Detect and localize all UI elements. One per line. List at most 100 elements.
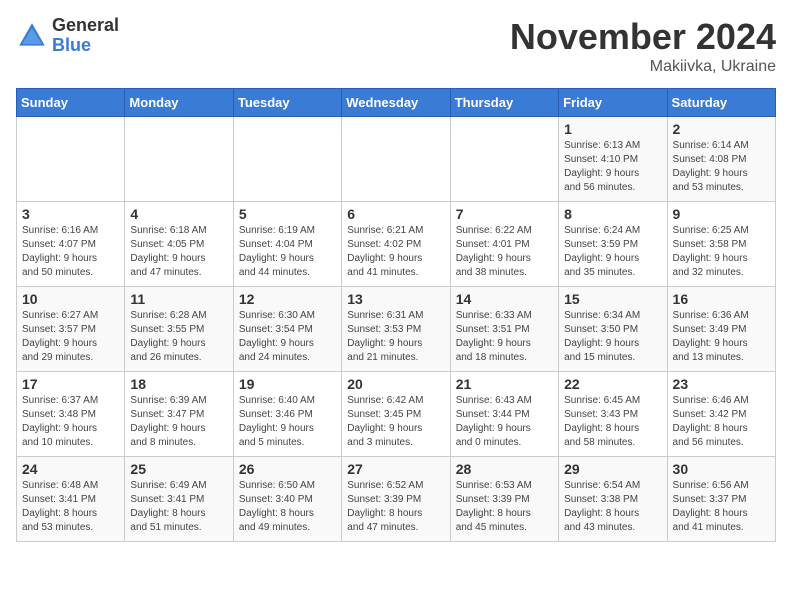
calendar-cell: 17Sunrise: 6:37 AM Sunset: 3:48 PM Dayli… (17, 372, 125, 457)
calendar-week-row: 10 Sunrise: 6:27 AM Sunset: 3:57 PM Dayli… (17, 287, 776, 372)
day-number: 12 (239, 291, 336, 307)
calendar-header: SundayMondayTuesdayWednesdayThursdayFrid… (17, 89, 776, 117)
day-info: Sunrise: 6:34 AM Sunset: 3:50 PM Dayligh… (564, 309, 661, 365)
calendar-table: SundayMondayTuesdayWednesdayThursdayFrid… (16, 88, 776, 542)
calendar-cell: 24Sunrise: 6:48 AM Sunset: 3:41 PM Dayli… (17, 457, 125, 542)
logo: General Blue (16, 16, 119, 56)
day-number: 11 (130, 291, 227, 307)
day-number: 9 (673, 206, 770, 222)
calendar-cell: 4 Sunrise: 6:18 AM Sunset: 4:05 PM Daylig… (125, 202, 233, 287)
logo-icon (16, 20, 48, 52)
day-number: 6 (347, 206, 444, 222)
weekday-header: Monday (125, 89, 233, 117)
calendar-cell: 12Sunrise: 6:30 AM Sunset: 3:54 PM Dayli… (233, 287, 341, 372)
calendar-cell: 26 Sunrise: 6:50 AM Sunset: 3:40 PM Dayli… (233, 457, 341, 542)
calendar-week-row: 24Sunrise: 6:48 AM Sunset: 3:41 PM Dayli… (17, 457, 776, 542)
day-info: Sunrise: 6:53 AM Sunset: 3:39 PM Dayligh… (456, 479, 553, 535)
calendar-cell: 23 Sunrise: 6:46 AM Sunset: 3:42 PM Dayli… (667, 372, 775, 457)
day-info: Sunrise: 6:28 AM Sunset: 3:55 PM Dayligh… (130, 309, 227, 365)
calendar-cell: 9 Sunrise: 6:25 AM Sunset: 3:58 PM Daylig… (667, 202, 775, 287)
weekday-header: Friday (559, 89, 667, 117)
location-title: Makiivka, Ukraine (510, 58, 776, 76)
title-area: November 2024 Makiivka, Ukraine (510, 16, 776, 76)
calendar-cell: 2Sunrise: 6:14 AM Sunset: 4:08 PM Daylig… (667, 117, 775, 202)
day-number: 8 (564, 206, 661, 222)
calendar-cell: 6 Sunrise: 6:21 AM Sunset: 4:02 PM Daylig… (342, 202, 450, 287)
day-number: 4 (130, 206, 227, 222)
calendar-cell (125, 117, 233, 202)
calendar-week-row: 17Sunrise: 6:37 AM Sunset: 3:48 PM Dayli… (17, 372, 776, 457)
day-info: Sunrise: 6:56 AM Sunset: 3:37 PM Dayligh… (673, 479, 770, 535)
weekday-row: SundayMondayTuesdayWednesdayThursdayFrid… (17, 89, 776, 117)
day-number: 25 (130, 461, 227, 477)
weekday-header: Sunday (17, 89, 125, 117)
day-info: Sunrise: 6:39 AM Sunset: 3:47 PM Dayligh… (130, 394, 227, 450)
day-info: Sunrise: 6:45 AM Sunset: 3:43 PM Dayligh… (564, 394, 661, 450)
day-number: 28 (456, 461, 553, 477)
day-number: 2 (673, 121, 770, 137)
day-number: 20 (347, 376, 444, 392)
day-info: Sunrise: 6:31 AM Sunset: 3:53 PM Dayligh… (347, 309, 444, 365)
calendar-cell: 29Sunrise: 6:54 AM Sunset: 3:38 PM Dayli… (559, 457, 667, 542)
day-info: Sunrise: 6:22 AM Sunset: 4:01 PM Dayligh… (456, 224, 553, 280)
day-info: Sunrise: 6:48 AM Sunset: 3:41 PM Dayligh… (22, 479, 119, 535)
day-info: Sunrise: 6:43 AM Sunset: 3:44 PM Dayligh… (456, 394, 553, 450)
calendar-cell: 1Sunrise: 6:13 AM Sunset: 4:10 PM Daylig… (559, 117, 667, 202)
calendar-cell: 13Sunrise: 6:31 AM Sunset: 3:53 PM Dayli… (342, 287, 450, 372)
day-info: Sunrise: 6:50 AM Sunset: 3:40 PM Dayligh… (239, 479, 336, 535)
day-info: Sunrise: 6:16 AM Sunset: 4:07 PM Dayligh… (22, 224, 119, 280)
calendar-cell: 7 Sunrise: 6:22 AM Sunset: 4:01 PM Daylig… (450, 202, 558, 287)
day-info: Sunrise: 6:42 AM Sunset: 3:45 PM Dayligh… (347, 394, 444, 450)
logo-general-text: General (52, 16, 119, 36)
calendar-cell: 10 Sunrise: 6:27 AM Sunset: 3:57 PM Dayli… (17, 287, 125, 372)
day-number: 29 (564, 461, 661, 477)
calendar-cell: 19 Sunrise: 6:40 AM Sunset: 3:46 PM Dayli… (233, 372, 341, 457)
day-info: Sunrise: 6:25 AM Sunset: 3:58 PM Dayligh… (673, 224, 770, 280)
day-number: 10 (22, 291, 119, 307)
calendar-cell: 27Sunrise: 6:52 AM Sunset: 3:39 PM Dayli… (342, 457, 450, 542)
calendar-cell: 3 Sunrise: 6:16 AM Sunset: 4:07 PM Daylig… (17, 202, 125, 287)
day-info: Sunrise: 6:27 AM Sunset: 3:57 PM Dayligh… (22, 309, 119, 365)
calendar-cell (450, 117, 558, 202)
day-info: Sunrise: 6:40 AM Sunset: 3:46 PM Dayligh… (239, 394, 336, 450)
day-number: 30 (673, 461, 770, 477)
calendar-week-row: 3 Sunrise: 6:16 AM Sunset: 4:07 PM Daylig… (17, 202, 776, 287)
day-number: 14 (456, 291, 553, 307)
month-title: November 2024 (510, 16, 776, 58)
day-number: 23 (673, 376, 770, 392)
logo-text: General Blue (52, 16, 119, 56)
day-number: 5 (239, 206, 336, 222)
day-number: 26 (239, 461, 336, 477)
day-number: 3 (22, 206, 119, 222)
day-info: Sunrise: 6:36 AM Sunset: 3:49 PM Dayligh… (673, 309, 770, 365)
calendar-cell: 8 Sunrise: 6:24 AM Sunset: 3:59 PM Daylig… (559, 202, 667, 287)
day-number: 17 (22, 376, 119, 392)
calendar-cell: 16Sunrise: 6:36 AM Sunset: 3:49 PM Dayli… (667, 287, 775, 372)
day-info: Sunrise: 6:18 AM Sunset: 4:05 PM Dayligh… (130, 224, 227, 280)
day-number: 19 (239, 376, 336, 392)
calendar-cell (17, 117, 125, 202)
weekday-header: Saturday (667, 89, 775, 117)
day-info: Sunrise: 6:24 AM Sunset: 3:59 PM Dayligh… (564, 224, 661, 280)
day-info: Sunrise: 6:19 AM Sunset: 4:04 PM Dayligh… (239, 224, 336, 280)
logo-blue-text: Blue (52, 36, 119, 56)
day-info: Sunrise: 6:46 AM Sunset: 3:42 PM Dayligh… (673, 394, 770, 450)
calendar-cell: 15Sunrise: 6:34 AM Sunset: 3:50 PM Dayli… (559, 287, 667, 372)
calendar-cell: 21 Sunrise: 6:43 AM Sunset: 3:44 PM Dayli… (450, 372, 558, 457)
calendar-body: 1Sunrise: 6:13 AM Sunset: 4:10 PM Daylig… (17, 117, 776, 542)
calendar-cell: 22Sunrise: 6:45 AM Sunset: 3:43 PM Dayli… (559, 372, 667, 457)
calendar-cell: 14Sunrise: 6:33 AM Sunset: 3:51 PM Dayli… (450, 287, 558, 372)
day-number: 1 (564, 121, 661, 137)
weekday-header: Thursday (450, 89, 558, 117)
day-info: Sunrise: 6:21 AM Sunset: 4:02 PM Dayligh… (347, 224, 444, 280)
header: General Blue November 2024 Makiivka, Ukr… (16, 16, 776, 76)
calendar-cell: 11 Sunrise: 6:28 AM Sunset: 3:55 PM Dayli… (125, 287, 233, 372)
calendar-week-row: 1Sunrise: 6:13 AM Sunset: 4:10 PM Daylig… (17, 117, 776, 202)
day-number: 7 (456, 206, 553, 222)
day-number: 21 (456, 376, 553, 392)
day-number: 18 (130, 376, 227, 392)
weekday-header: Tuesday (233, 89, 341, 117)
calendar-cell: 30 Sunrise: 6:56 AM Sunset: 3:37 PM Dayli… (667, 457, 775, 542)
day-info: Sunrise: 6:49 AM Sunset: 3:41 PM Dayligh… (130, 479, 227, 535)
day-info: Sunrise: 6:52 AM Sunset: 3:39 PM Dayligh… (347, 479, 444, 535)
